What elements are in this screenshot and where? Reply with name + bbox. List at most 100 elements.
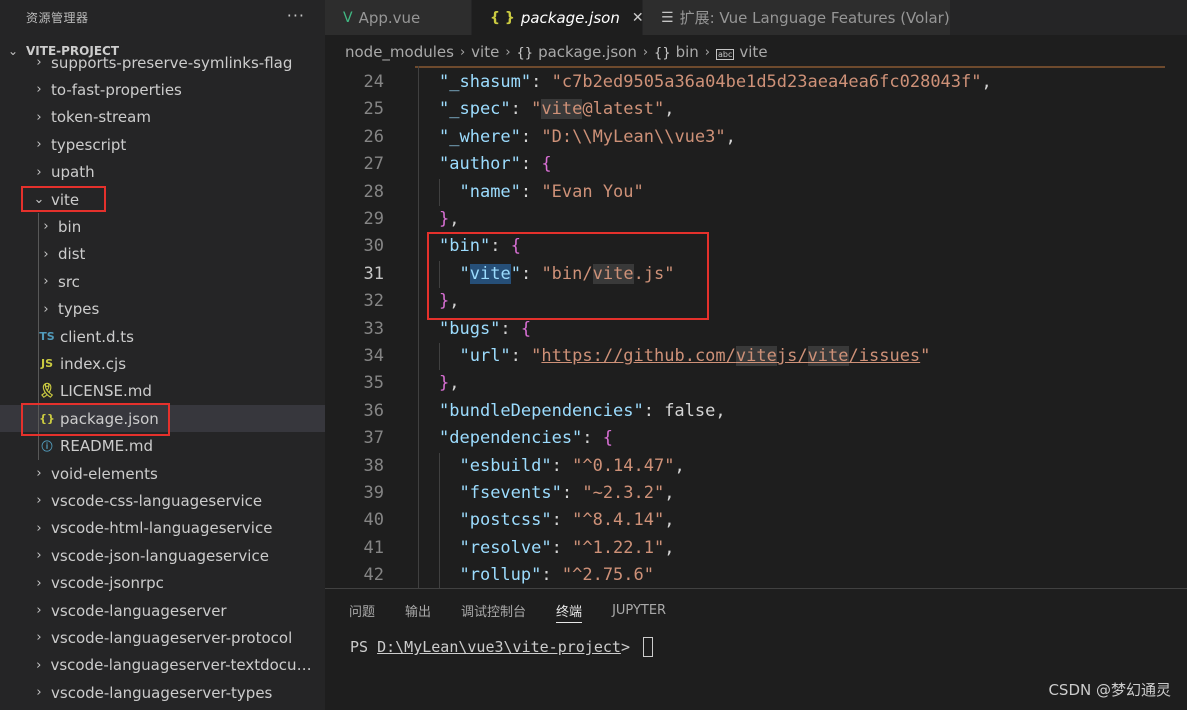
tree-folder[interactable]: › types xyxy=(0,296,325,323)
chevron-right-icon: › xyxy=(36,164,42,180)
tree-item-label: typescript xyxy=(51,135,127,154)
chevron-right-icon: › xyxy=(43,274,49,290)
tab-0[interactable]: V App.vue xyxy=(325,0,472,35)
breadcrumb-label: node_modules xyxy=(345,43,454,61)
explorer-header: 资源管理器 ··· xyxy=(0,0,325,35)
explorer-sidebar: 资源管理器 ··· ⌄ VITE-PROJECT › supports-prese… xyxy=(0,0,325,710)
tree-item-label: client.d.ts xyxy=(60,327,134,346)
vue-icon: V xyxy=(343,9,353,26)
tree-item-label: vscode-languageserver-types xyxy=(51,683,273,702)
code-line: 27 "author": { xyxy=(325,151,1187,178)
panel-tab[interactable]: JUPYTER xyxy=(612,589,666,631)
tree-folder[interactable]: › to-fast-properties xyxy=(0,76,325,103)
terminal-suffix: > xyxy=(620,638,639,656)
code-text: "resolve": "^1.22.1", xyxy=(459,537,675,558)
tree-folder[interactable]: › dist xyxy=(0,241,325,268)
tree-folder[interactable]: › vscode-css-languageservice xyxy=(0,487,325,514)
annotation-box-vite-folder xyxy=(21,186,106,212)
breadcrumb-label: vite xyxy=(471,43,500,61)
panel-tab[interactable]: 问题 xyxy=(349,589,375,631)
tree-folder[interactable]: › void-elements xyxy=(0,460,325,487)
code-line: 36 "bundleDependencies": false, xyxy=(325,398,1187,425)
code-line: 28 "name": "Evan You" xyxy=(325,179,1187,206)
code-text: }, xyxy=(439,209,460,229)
chevron-right-icon: › xyxy=(36,137,42,153)
line-number: 28 xyxy=(363,181,384,202)
tree-folder[interactable]: › vscode-languageserver-types xyxy=(0,679,325,706)
scroll-shadow xyxy=(415,66,1165,68)
line-number: 25 xyxy=(363,99,384,120)
extension-icon: ☰ xyxy=(661,9,674,26)
panel-tab[interactable]: 终端 xyxy=(556,589,583,631)
json-icon: {} xyxy=(654,46,671,61)
tree-file[interactable]: 🎗 LICENSE.md xyxy=(0,378,325,405)
code-line: 42 "rollup": "^2.75.6" xyxy=(325,562,1187,588)
string-symbol-icon: abc xyxy=(716,49,735,60)
chevron-right-icon: › xyxy=(36,466,42,481)
chevron-right-icon: › xyxy=(36,55,42,70)
tree-folder[interactable]: › src xyxy=(0,268,325,295)
code-text: "fsevents": "~2.3.2", xyxy=(459,483,675,503)
line-number: 39 xyxy=(363,483,384,503)
breadcrumb-label: bin xyxy=(675,43,699,61)
tree-file[interactable]: TS client.d.ts xyxy=(0,323,325,350)
breadcrumb-item[interactable]: {} bin xyxy=(654,43,699,61)
tree-folder[interactable]: › vscode-json-languageservice xyxy=(0,542,325,569)
chevron-right-icon: › xyxy=(36,548,42,564)
tree-folder[interactable]: › vscode-languageserver xyxy=(0,597,325,624)
chevron-right-icon: › xyxy=(36,109,42,125)
code-line: 39 "fsevents": "~2.3.2", xyxy=(325,480,1187,507)
code-line: 40 "postcss": "^8.4.14", xyxy=(325,507,1187,534)
tree-folder[interactable]: › typescript xyxy=(0,131,325,158)
panel-tab[interactable]: 输出 xyxy=(405,589,431,631)
tab-1[interactable]: { } package.json ✕ xyxy=(472,0,644,35)
line-number: 30 xyxy=(363,236,384,257)
tree-item-label: bin xyxy=(58,217,82,236)
info-icon: ⓘ xyxy=(41,440,53,454)
panel-tab[interactable]: 调试控制台 xyxy=(461,589,526,631)
js-icon: JS xyxy=(40,357,53,371)
breadcrumb-item[interactable]: node_modules xyxy=(345,43,454,61)
breadcrumb-item[interactable]: vite xyxy=(471,43,499,61)
tree-file[interactable]: JS index.cjs xyxy=(0,350,325,377)
chevron-right-icon: › xyxy=(36,493,42,509)
tab-2[interactable]: ☰ 扩展: Vue Language Features (Volar) xyxy=(643,0,951,35)
tree-folder[interactable]: › vscode-languageserver-protocol xyxy=(0,624,325,651)
breadcrumb-label: package.json xyxy=(538,43,637,61)
tree-folder[interactable]: › vscode-html-languageservice xyxy=(0,515,325,542)
tab-label: 扩展: Vue Language Features (Volar) xyxy=(679,9,950,27)
code-line: 34 "url": "https://github.com/vitejs/vit… xyxy=(325,343,1187,370)
close-icon[interactable]: ✕ xyxy=(632,10,644,26)
tree-folder[interactable]: › bin xyxy=(0,213,325,240)
tab-label: package.json xyxy=(520,8,620,27)
terminal-path[interactable]: D:\MyLean\vue3\vite-project xyxy=(377,638,621,656)
code-line: 25 "_spec": "vite@latest", xyxy=(325,96,1187,123)
breadcrumb-item[interactable]: {} package.json xyxy=(517,43,637,61)
code-text: "_where": "D:\\MyLean\\vue3", xyxy=(439,126,736,147)
editor-tabs: V App.vue { } package.json ✕ ☰ 扩展: Vue Languag… xyxy=(325,0,1187,35)
tree-folder[interactable]: › upath xyxy=(0,159,325,186)
terminal-cursor xyxy=(643,637,653,657)
more-actions-icon[interactable]: ··· xyxy=(287,6,305,25)
line-number: 42 xyxy=(363,565,384,586)
breadcrumb-label: vite xyxy=(739,43,768,61)
code-text: "_spec": "vite@latest", xyxy=(439,99,675,120)
tree-item-label: vscode-json-languageservice xyxy=(51,546,269,565)
code-editor[interactable]: 24 "_shasum": "c7b2ed9505a36a04be1d5d23ae… xyxy=(325,66,1187,588)
tree-folder[interactable]: › token-stream xyxy=(0,104,325,131)
terminal[interactable]: PS D:\MyLean\vue3\vite-project > xyxy=(350,637,653,657)
tree-folder[interactable]: › vscode-jsonrpc xyxy=(0,570,325,597)
ts-icon: TS xyxy=(39,330,55,343)
breadcrumb-item[interactable]: abc vite xyxy=(716,43,768,61)
line-number: 24 xyxy=(363,72,384,92)
tree-folder[interactable]: › vscode-languageserver-textdocume... xyxy=(0,652,325,679)
line-number: 37 xyxy=(363,428,384,449)
line-number: 38 xyxy=(363,455,384,476)
tree-folder[interactable]: › supports-preserve-symlinks-flag xyxy=(0,49,325,76)
json-icon: { } xyxy=(490,9,515,26)
code-line: 37 "dependencies": { xyxy=(325,425,1187,452)
tree-file[interactable]: ⓘ README.md xyxy=(0,433,325,460)
code-text: "postcss": "^8.4.14", xyxy=(459,510,675,531)
tree-item-label: void-elements xyxy=(51,464,158,483)
chevron-right-icon: › xyxy=(36,603,42,618)
